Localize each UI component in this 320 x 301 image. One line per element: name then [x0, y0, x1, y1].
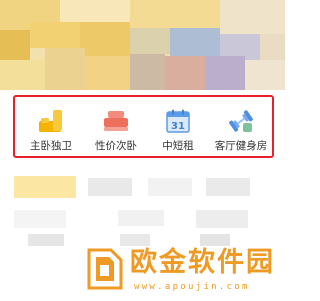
listing-card[interactable] [14, 210, 66, 228]
promo-banner[interactable] [0, 0, 285, 90]
category-value-bedroom[interactable]: 性价次卧 [85, 97, 147, 156]
watermark-url: www.apoujin.com [134, 282, 250, 292]
listing-card[interactable] [88, 178, 132, 196]
listing-card[interactable] [148, 178, 192, 196]
category-row: 主卧独卫 性价次卧 31 中短租 客厅健身房 [13, 95, 274, 158]
category-short-rent[interactable]: 31 中短租 [147, 97, 209, 156]
category-label: 客厅健身房 [214, 140, 268, 152]
master-bedroom-icon [39, 110, 62, 132]
listing-card[interactable] [206, 178, 250, 196]
listing-card[interactable] [118, 210, 164, 226]
calendar-icon: 31 [166, 109, 190, 133]
listing-card[interactable] [196, 210, 248, 228]
category-label: 主卧独卫 [30, 140, 72, 152]
svg-text:31: 31 [171, 121, 185, 132]
watermark-logo-icon [87, 248, 123, 290]
watermark-name: 欧金软件园 [130, 247, 275, 278]
watermark: 欧金软件园 www.apoujin.com [0, 240, 285, 301]
dumbbell-icon [228, 110, 254, 132]
listing-card[interactable] [14, 176, 76, 198]
category-master-bedroom[interactable]: 主卧独卫 [20, 97, 82, 156]
bed-icon [104, 111, 128, 131]
category-living-gym[interactable]: 客厅健身房 [210, 97, 272, 156]
